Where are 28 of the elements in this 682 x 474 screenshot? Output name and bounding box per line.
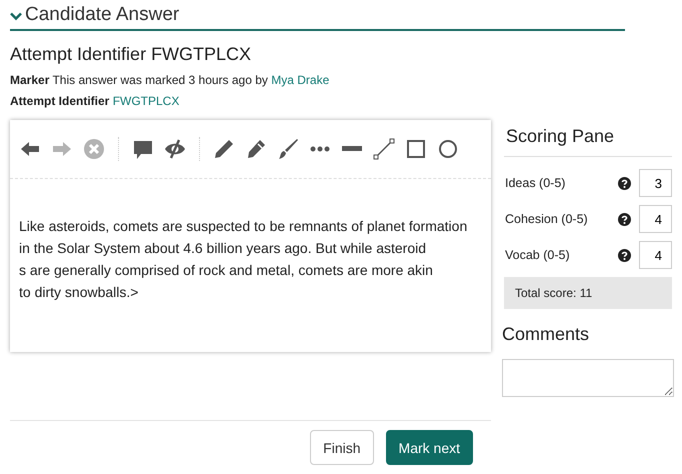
finish-button[interactable]: Finish [310,430,374,465]
mark-next-button[interactable]: Mark next [386,430,473,465]
score-field[interactable]: 4 [639,241,672,269]
pane-title: Scoring Pane [504,126,672,157]
attempt-link[interactable]: FWGTPLCX [112,94,180,108]
score-field[interactable]: 3 [639,169,672,197]
criterion-label: Vocab (0-5) [504,248,571,262]
criterion-label: Cohesion (0-5) [504,212,589,226]
total-score: Total score: 11 [515,286,592,300]
comments-title: Comments [502,324,590,345]
score-field[interactable]: 4 [639,205,672,233]
pencil-icon[interactable] [212,137,236,161]
marker-info: Marker This answer was marked 3 hours ago by Mya Drake [10,73,330,88]
eye-slash-icon[interactable] [163,137,187,161]
criterion-label: Ideas (0-5) [504,176,566,190]
comments-field[interactable] [502,359,674,397]
attempt-heading: Attempt Identifier FWGTPLCX [10,44,252,65]
brush-icon[interactable] [276,137,300,161]
line-tool-icon[interactable] [372,137,396,161]
attempt-info: Attempt Identifier FWGTPLCX [10,94,180,109]
rectangle-tool-icon[interactable] [404,137,428,161]
help-icon[interactable] [618,248,631,262]
marker-link[interactable]: Mya Drake [271,73,330,87]
section-title: Candidate Answer [25,4,180,26]
circle-tool-icon[interactable] [436,137,460,161]
help-icon[interactable] [618,176,631,190]
help-icon[interactable] [618,212,631,226]
answer-text: Like asteroids, comets are suspected to be remnants of planet formation in the Solar System about 4.6 billion years ago. But while asteroid s are generally comprised of rock and metal, comets are more akin to dirty snowballs.> [19,217,468,302]
